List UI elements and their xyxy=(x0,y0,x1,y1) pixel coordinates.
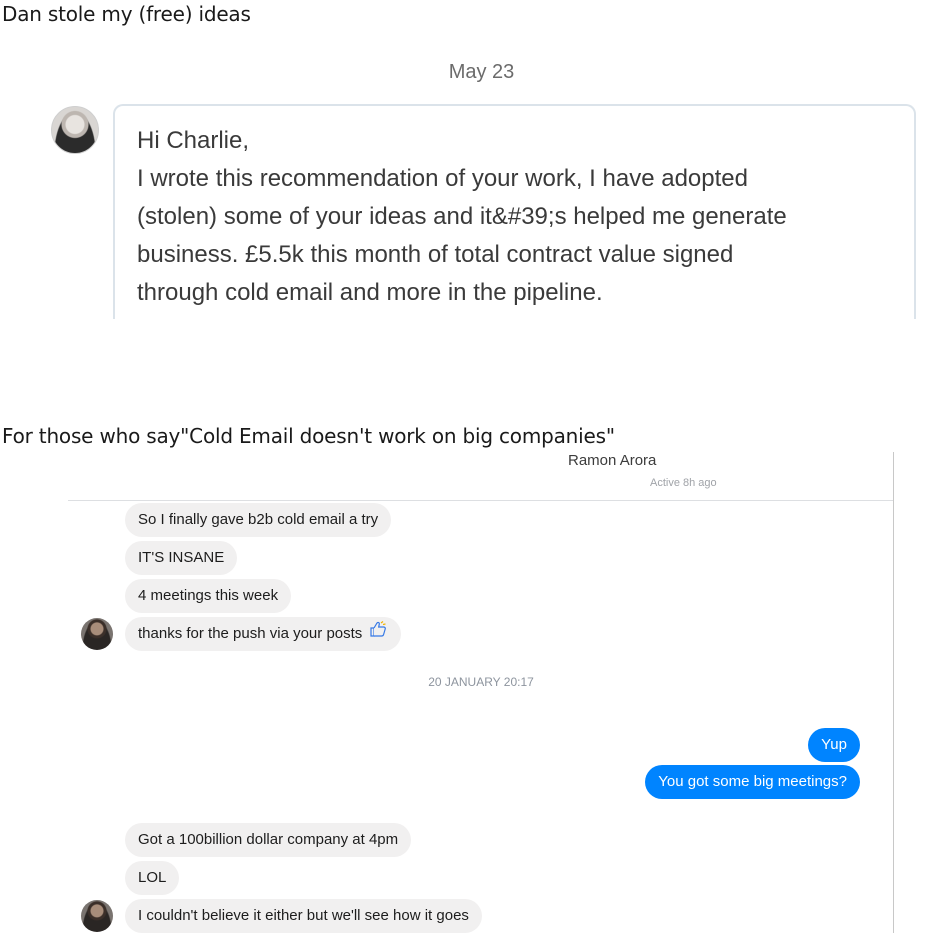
thumbs-up-icon xyxy=(370,616,388,650)
message-line: I wrote this recommendation of your work… xyxy=(137,165,748,192)
message-body: Hi Charlie, I wrote this recommendation … xyxy=(137,122,882,312)
incoming-message: Got a 100billion dollar company at 4pm xyxy=(125,823,412,857)
incoming-message: So I finally gave b2b cold email a try xyxy=(125,503,392,537)
section-heading-stolen-ideas: Dan stole my (free) ideas xyxy=(2,2,251,26)
chat-header: Ramon Arora Active 8h ago xyxy=(68,452,893,501)
message-line: through cold email and more in the pipel… xyxy=(137,279,603,306)
message-card: Hi Charlie, I wrote this recommendation … xyxy=(113,104,916,319)
contact-name[interactable]: Ramon Arora xyxy=(568,452,808,469)
chat-panel: Ramon Arora Active 8h ago So I finally g… xyxy=(68,452,894,933)
contact-status: Active 8h ago xyxy=(650,477,717,489)
incoming-message: thanks for the push via your posts xyxy=(125,616,402,651)
section-heading-big-companies: For those who say"Cold Email doesn't wor… xyxy=(2,424,615,448)
incoming-message: 4 meetings this week xyxy=(125,579,292,613)
message-line: (stolen) some of your ideas and it&#39;s… xyxy=(137,203,787,230)
contact-avatar[interactable] xyxy=(81,618,113,650)
outgoing-message: You got some big meetings? xyxy=(645,765,860,799)
outgoing-message: Yup xyxy=(808,728,860,762)
message-line: business. £5.5k this month of total cont… xyxy=(137,241,734,268)
sender-avatar[interactable] xyxy=(51,106,99,154)
contact-avatar[interactable] xyxy=(81,900,113,932)
message-text: thanks for the push via your posts xyxy=(138,625,363,642)
incoming-message: I couldn't believe it either but we'll s… xyxy=(125,899,482,933)
incoming-message: IT'S INSANE xyxy=(125,541,238,575)
message-line: Hi Charlie, xyxy=(137,127,250,154)
chat-timestamp: 20 JANUARY 20:17 xyxy=(428,675,534,689)
message-date: May 23 xyxy=(448,61,515,83)
incoming-message: LOL xyxy=(125,861,180,895)
